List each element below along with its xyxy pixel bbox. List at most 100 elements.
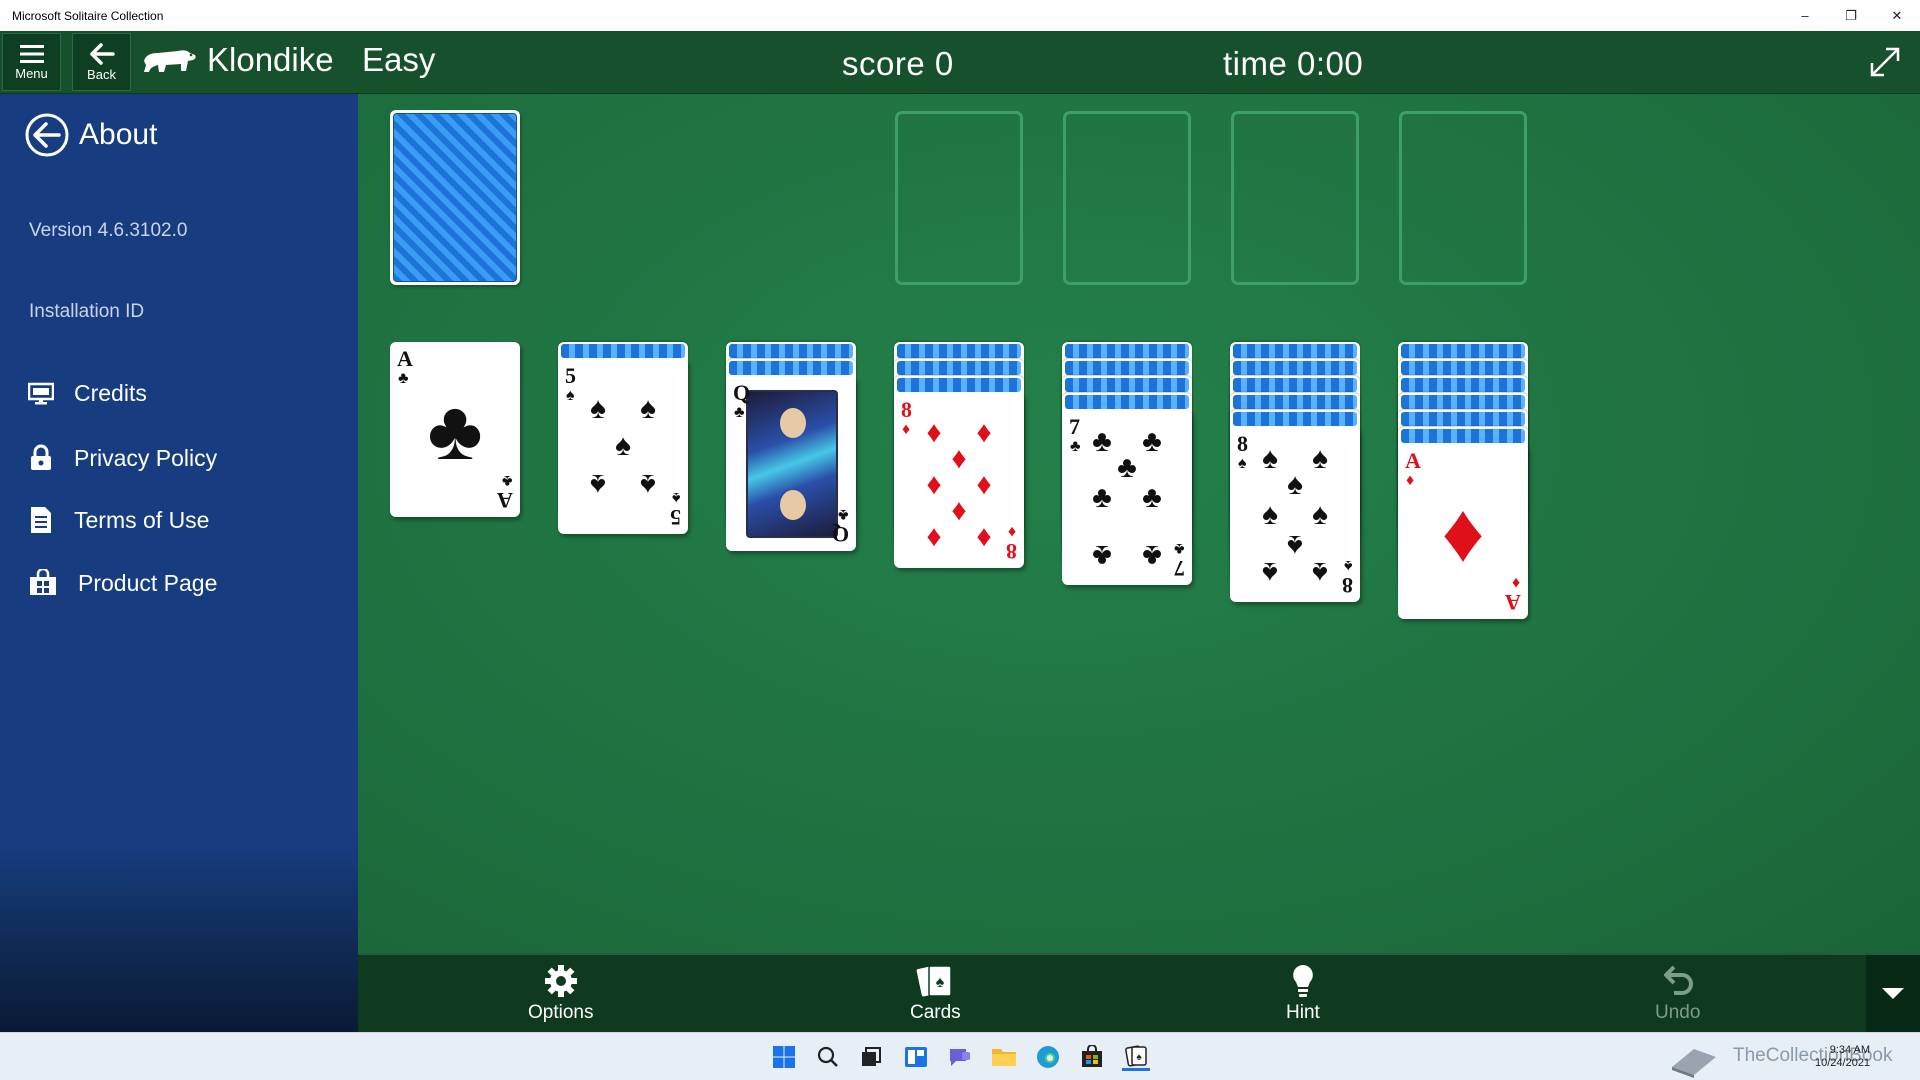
store-button[interactable] xyxy=(1078,1043,1106,1071)
cards-label: Cards xyxy=(910,1002,961,1023)
card-suit: ♣ xyxy=(398,370,409,387)
card-rank: Q xyxy=(733,380,751,405)
about-panel: About Version 4.6.3102.0 Installation ID… xyxy=(0,94,358,1032)
widgets-button[interactable] xyxy=(902,1043,930,1071)
arrow-left-icon xyxy=(89,42,115,65)
edge-icon xyxy=(1037,1046,1059,1068)
card-suit: ♦ xyxy=(902,421,911,438)
menu-label: Menu xyxy=(15,65,48,81)
task-view-button[interactable] xyxy=(857,1043,885,1071)
card-suit: ♦ xyxy=(1406,472,1415,489)
score-display: score 0 xyxy=(842,45,954,82)
sidebar-item-product-page[interactable]: Product Page xyxy=(28,569,217,597)
window-titlebar: Microsoft Solitaire Collection – ❐ ✕ xyxy=(0,0,1920,31)
card-rank: 7 xyxy=(1069,414,1080,439)
spade-icon: ♠ xyxy=(1312,556,1328,589)
club-icon: ♣ xyxy=(1117,451,1137,484)
stock-pile[interactable] xyxy=(390,110,520,285)
tableau-card[interactable]: A ♦ ♦ ♦ A xyxy=(1398,444,1528,619)
card-rank: 8 xyxy=(1006,539,1017,564)
game-header: Menu Back Klondike Easy score 0 time 0:0… xyxy=(0,31,1920,94)
windows-taskbar: ♠ TheCollectionBook 9:34 AM 10/24/2021 xyxy=(0,1032,1920,1080)
options-button[interactable]: Options xyxy=(528,963,593,1024)
time-display: time 0:00 xyxy=(1223,45,1364,82)
version-text: Version 4.6.3102.0 xyxy=(29,220,188,241)
spade-icon: ♠ xyxy=(1312,498,1328,531)
card-rank: A xyxy=(497,488,513,513)
cards-button[interactable]: ♠ Cards xyxy=(910,963,961,1024)
card-suit: ♣ xyxy=(734,404,745,421)
spade-icon: ♠ xyxy=(1312,442,1328,475)
restore-button[interactable]: ❐ xyxy=(1828,0,1874,31)
system-clock[interactable]: 9:34 AM 10/24/2021 xyxy=(1815,1044,1870,1070)
back-button[interactable]: Back xyxy=(72,33,131,91)
undo-label: Undo xyxy=(1655,1002,1701,1023)
lock-icon xyxy=(31,444,51,470)
card-suit: ♠ xyxy=(671,489,681,506)
fullscreen-icon[interactable] xyxy=(1868,45,1902,79)
monitor-icon xyxy=(28,382,54,404)
solitaire-taskbar-button[interactable]: ♠ xyxy=(1122,1043,1150,1071)
menu-button[interactable]: Menu xyxy=(2,33,61,91)
club-icon: ♣ xyxy=(1142,539,1162,572)
edge-browser-button[interactable] xyxy=(1034,1043,1062,1071)
installation-id-text: Installation ID xyxy=(29,301,145,322)
card-rank: 5 xyxy=(670,505,681,530)
chat-button[interactable] xyxy=(946,1043,974,1071)
hint-button[interactable]: Hint xyxy=(1286,963,1320,1024)
foundation-slot[interactable] xyxy=(1063,111,1191,285)
spade-icon: ♠ xyxy=(640,468,656,501)
sidebar-item-privacy-policy[interactable]: Privacy Policy xyxy=(28,444,217,472)
spade-icon: ♠ xyxy=(1262,556,1278,589)
widgets-icon xyxy=(905,1047,927,1067)
chevron-down-icon xyxy=(1882,987,1904,999)
card-suit: ♣ xyxy=(501,472,513,489)
tableau-card[interactable]: 8 ♦ ♦ ♦ ♦ ♦ ♦ ♦ ♦ ♦ ♦ 8 xyxy=(894,393,1024,568)
about-title: About xyxy=(79,118,158,151)
club-icon: ♣ xyxy=(1142,425,1162,458)
foundation-slot[interactable] xyxy=(895,111,1023,285)
foundation-slot[interactable] xyxy=(1231,111,1359,285)
diamond-icon: ♦ xyxy=(951,442,967,475)
card-rank: 7 xyxy=(1174,556,1185,581)
about-back-button[interactable]: About xyxy=(24,112,157,158)
sidebar-item-terms-of-use[interactable]: Terms of Use xyxy=(28,505,209,535)
close-button[interactable]: ✕ xyxy=(1874,0,1920,31)
card-rank: 8 xyxy=(1342,573,1353,598)
card-suit: ♣ xyxy=(837,506,849,523)
tableau-card[interactable]: 7 ♣ ♣ ♣ ♣ ♣ ♣ ♣ ♣ ♣ 7 xyxy=(1062,410,1192,585)
tableau-card[interactable]: 8 ♠ ♠ ♠ ♠ ♠ ♠ ♠ ♠ ♠ ♠ 8 xyxy=(1230,427,1360,602)
tableau-card[interactable]: A ♣ ♣ ♣ A xyxy=(390,342,520,517)
sidebar-item-label: Credits xyxy=(74,380,147,406)
card-suit: ♠ xyxy=(1238,455,1247,472)
windows-logo-icon xyxy=(773,1046,795,1068)
minimize-button[interactable]: – xyxy=(1782,0,1828,31)
spade-icon: ♠ xyxy=(640,392,656,425)
diamond-icon: ♦ xyxy=(1441,484,1485,579)
document-icon xyxy=(31,507,51,533)
book-icon xyxy=(1672,1049,1716,1078)
foundation-slot[interactable] xyxy=(1399,111,1527,285)
sidebar-item-label: Product Page xyxy=(78,569,218,596)
diamond-icon: ♦ xyxy=(926,468,942,501)
start-button[interactable] xyxy=(770,1043,798,1071)
taskbar-search-button[interactable] xyxy=(814,1043,842,1071)
undo-button[interactable]: Undo xyxy=(1655,963,1700,1024)
spade-icon: ♠ xyxy=(1262,442,1278,475)
club-icon: ♣ xyxy=(427,382,483,477)
card-rank: A xyxy=(1405,448,1421,473)
club-icon: ♣ xyxy=(1092,481,1112,514)
club-icon: ♣ xyxy=(1092,539,1112,572)
task-view-icon xyxy=(862,1047,881,1066)
cards-icon: ♠ xyxy=(917,965,953,997)
card-suit: ♠ xyxy=(566,387,575,404)
diamond-icon: ♦ xyxy=(976,468,992,501)
tableau-card[interactable]: 5 ♠ ♠ ♠ ♠ ♠ ♠ ♠ 5 xyxy=(558,359,688,534)
club-icon: ♣ xyxy=(1092,425,1112,458)
tableau-card[interactable]: Q ♣ ♣ Q xyxy=(726,376,856,551)
sidebar-item-credits[interactable]: Credits xyxy=(28,380,147,407)
toolbar-collapse-button[interactable] xyxy=(1866,955,1920,1032)
file-explorer-button[interactable] xyxy=(990,1043,1018,1071)
chat-icon xyxy=(950,1049,970,1066)
spade-icon: ♠ xyxy=(1287,529,1303,562)
